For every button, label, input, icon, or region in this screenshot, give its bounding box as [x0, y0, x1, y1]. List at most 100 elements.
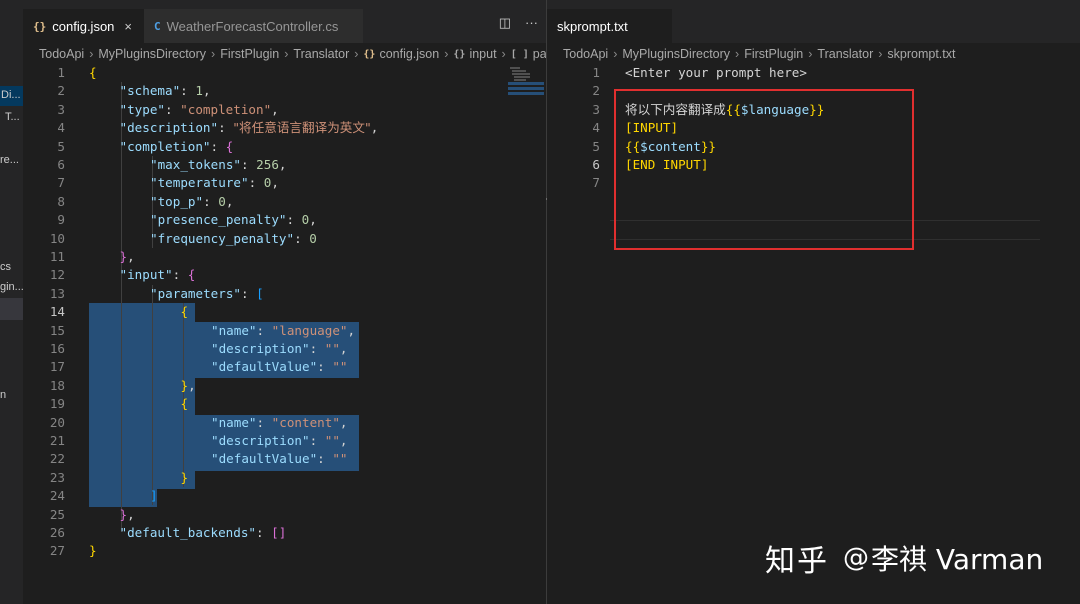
code-token: "description" — [211, 341, 310, 356]
explorer-item[interactable]: gin... — [0, 281, 23, 293]
code-line[interactable]: 18}, — [23, 377, 546, 395]
chevron-right-icon: › — [878, 47, 883, 61]
code-line[interactable]: 17 "defaultValue": "" — [23, 358, 546, 376]
line-number: 20 — [49, 414, 65, 430]
line-number: 9 — [57, 212, 65, 228]
breadcrumb-item[interactable]: TodoApi — [563, 47, 608, 61]
code-line[interactable]: 5 "completion": { — [23, 138, 546, 156]
line-number: 4 — [57, 120, 65, 136]
code-token: { — [180, 304, 189, 320]
tab-skprompt-txt[interactable]: skprompt.txt — [547, 9, 673, 43]
explorer-item[interactable]: Di... — [1, 89, 21, 101]
more-actions-icon[interactable]: ··· — [525, 15, 538, 31]
code-line[interactable]: 21 "description": "", — [23, 432, 546, 450]
explorer-item[interactable]: cs — [0, 261, 11, 273]
code-token: , — [127, 249, 135, 264]
code-line[interactable]: 1{ — [23, 64, 546, 82]
tab-config-json[interactable]: {} config.json × — [23, 9, 144, 43]
tab-weatherforecastcontroller[interactable]: C WeatherForecastController.cs — [144, 9, 364, 43]
json-file-icon: {} — [363, 48, 376, 60]
code-line[interactable]: 3 "type": "completion", — [23, 101, 546, 119]
code-text: }, — [120, 248, 135, 266]
code-line[interactable]: 14 { — [23, 303, 546, 321]
code-editor-config-json[interactable]: 1{2 "schema": 1, 3 "type": "completion", 4 "d… — [23, 64, 546, 604]
code-text: "defaultValue": "" — [211, 358, 348, 376]
breadcrumb-item[interactable]: pa — [533, 47, 546, 61]
line-number: 22 — [49, 451, 65, 467]
code-token: ] — [150, 488, 158, 504]
code-token: : — [286, 212, 302, 228]
code-line[interactable]: 6 "max_tokens": 256, — [23, 156, 546, 174]
code-text: } — [181, 469, 189, 487]
annotation-box — [614, 89, 914, 250]
code-line[interactable]: 9 "presence_penalty": 0, — [23, 211, 546, 229]
breadcrumb-item[interactable]: FirstPlugin — [744, 47, 803, 61]
code-line[interactable]: 15 "name": "language", — [23, 322, 546, 340]
breadcrumb-item[interactable]: config.json — [379, 47, 439, 61]
explorer-item[interactable]: re... — [0, 154, 19, 166]
code-line[interactable]: 22 "defaultValue": "" — [23, 450, 546, 468]
code-text: ] — [150, 487, 158, 505]
code-token: "schema" — [119, 83, 181, 99]
breadcrumb-item[interactable]: MyPluginsDirectory — [622, 47, 730, 61]
code-text: "input": { — [120, 266, 196, 284]
code-line[interactable]: 20 "name": "content", — [23, 414, 546, 432]
code-line[interactable]: 13 "parameters": [ — [23, 285, 546, 303]
explorer-item[interactable]: T... — [5, 111, 20, 123]
code-text: "temperature": 0, — [150, 174, 279, 192]
breadcrumb-item[interactable]: Translator — [293, 47, 349, 61]
code-token: , — [271, 175, 279, 191]
line-number: 2 — [592, 83, 600, 99]
code-line[interactable]: 27} — [23, 542, 546, 560]
explorer-hover-row[interactable] — [0, 298, 23, 320]
code-line[interactable]: 26 "default_backends": [] — [23, 524, 546, 542]
code-line[interactable]: 25}, — [23, 506, 546, 524]
line-number: 25 — [49, 506, 65, 522]
breadcrumb-item[interactable]: skprompt.txt — [887, 47, 955, 61]
code-line[interactable]: 11}, — [23, 248, 546, 266]
code-token: : — [294, 230, 310, 246]
line-number: 12 — [49, 267, 65, 283]
code-token: : — [309, 433, 325, 448]
close-icon[interactable]: × — [124, 19, 132, 34]
code-token: : — [256, 414, 272, 430]
line-number: 8 — [57, 193, 65, 209]
code-token: { — [225, 138, 234, 154]
code-token: "parameters" — [150, 285, 241, 301]
code-token: "name" — [211, 414, 257, 430]
code-line[interactable]: 23} — [23, 469, 546, 487]
breadcrumb-item[interactable]: FirstPlugin — [220, 47, 279, 61]
code-token: : — [203, 193, 219, 209]
breadcrumb-item[interactable]: MyPluginsDirectory — [98, 47, 206, 61]
explorer-item[interactable]: n — [0, 389, 6, 401]
right-tab-bar: skprompt.txt — [547, 0, 1080, 43]
code-token: "" — [324, 433, 340, 448]
code-token: , — [225, 193, 234, 209]
left-editor-group: {} config.json × C WeatherForecastContro… — [23, 0, 546, 604]
code-token: "将任意语言翻译为英文" — [233, 120, 371, 136]
breadcrumb-item[interactable]: Translator — [817, 47, 873, 61]
breadcrumb-item[interactable]: TodoApi — [39, 47, 84, 61]
code-token: "name" — [211, 322, 257, 338]
code-text: "name": "content", — [211, 414, 348, 432]
code-line[interactable]: 7 "temperature": 0, — [23, 174, 546, 192]
code-line[interactable]: 16 "description": "", — [23, 340, 546, 358]
code-line[interactable]: 10 "frequency_penalty": 0 — [23, 230, 546, 248]
code-line[interactable]: 4 "description": "将任意语言翻译为英文", — [23, 119, 546, 137]
code-token: [] — [271, 525, 287, 540]
right-editor-group: skprompt.txt TodoApi › MyPluginsDirectory… — [547, 0, 1080, 604]
minimap[interactable] — [508, 65, 544, 105]
code-token: : — [317, 451, 333, 467]
code-text: "max_tokens": 256, — [150, 156, 287, 174]
code-line[interactable]: 19 { — [23, 395, 546, 413]
line-number: 11 — [49, 249, 65, 264]
code-text: "type": "completion", — [120, 101, 279, 119]
split-editor-icon[interactable]: ◫ — [499, 15, 511, 31]
code-line[interactable]: 24] — [23, 487, 546, 505]
code-line[interactable]: 8 "top_p": 0, — [23, 193, 546, 211]
code-line[interactable]: 12 "input": { — [23, 266, 546, 284]
code-line[interactable]: 2 "schema": 1, — [23, 82, 546, 100]
line-number: 19 — [49, 396, 65, 412]
breadcrumb-item[interactable]: input — [469, 47, 496, 61]
code-line[interactable]: 1 <Enter your prompt here> — [547, 64, 1080, 82]
